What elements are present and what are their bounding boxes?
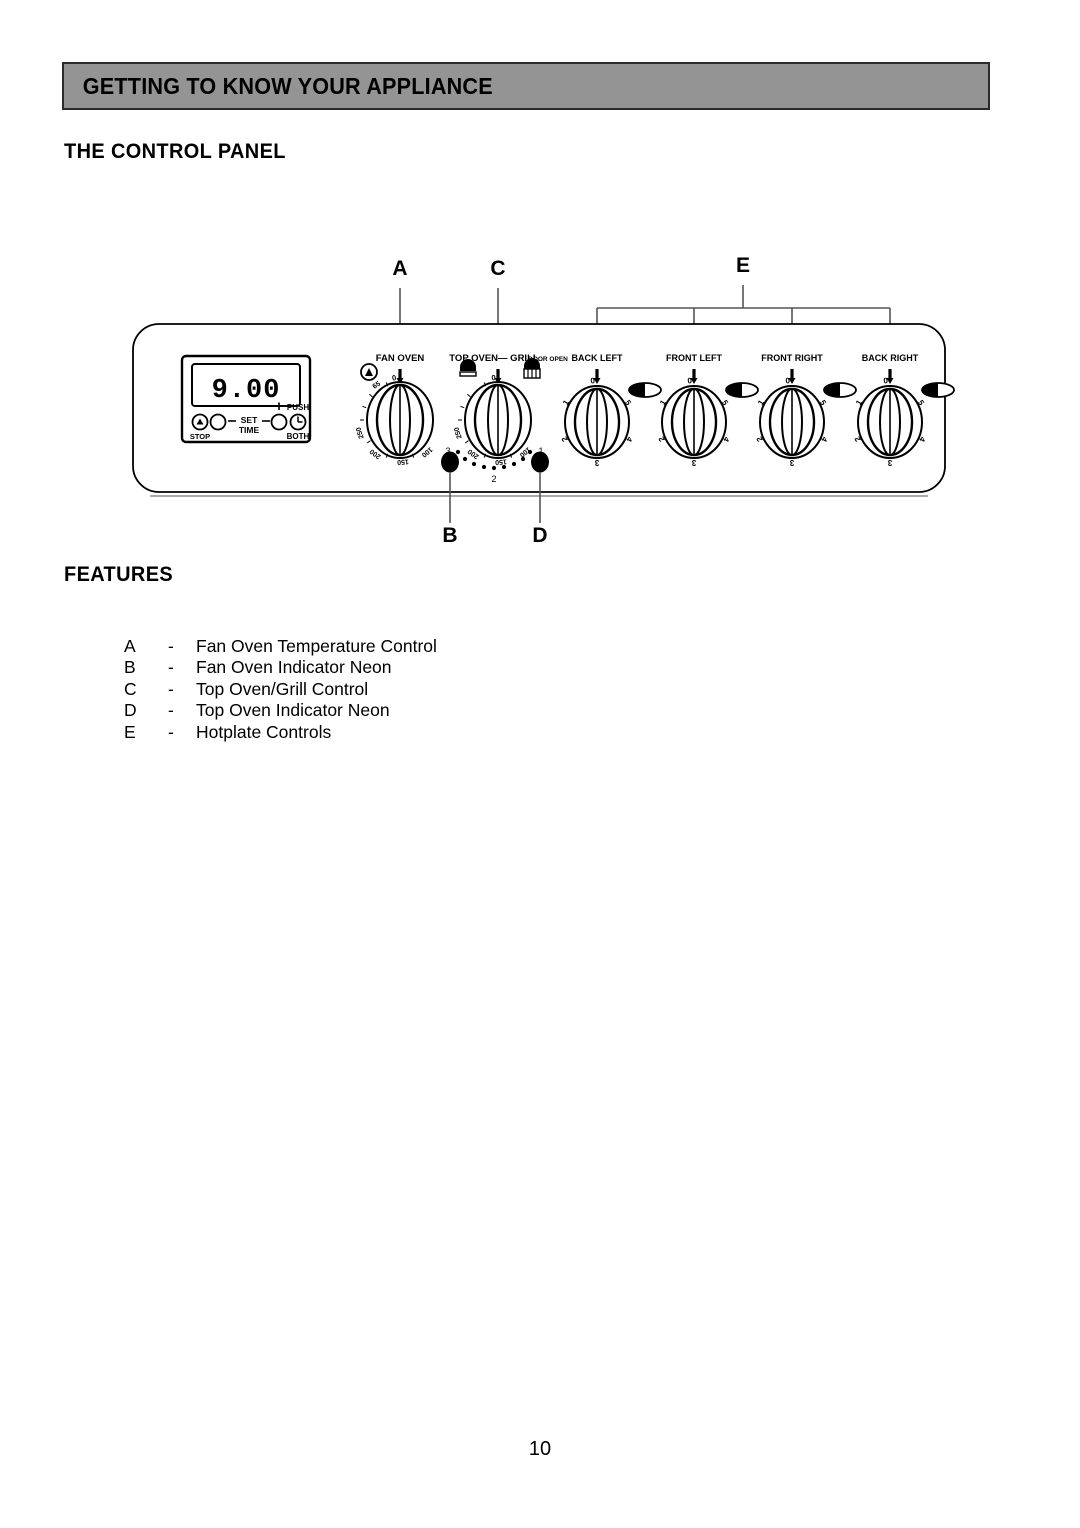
feature-row-d: D - Top Oven Indicator Neon [124, 700, 437, 721]
feature-text: Fan Oven Temperature Control [196, 636, 437, 656]
control-panel-heading: THE CONTROL PANEL [64, 140, 286, 163]
feature-text: Fan Oven Indicator Neon [196, 657, 392, 678]
plus-icon: + [275, 398, 284, 415]
size-indicator-back-left [628, 382, 662, 398]
push-label: PUSH [287, 403, 309, 412]
scale-150: 150 [397, 457, 409, 465]
grill-pos-2: 2 [491, 474, 496, 484]
neon-fan-oven [441, 451, 459, 473]
features-list: A - Fan Oven Temperature Control B - Fan… [124, 636, 437, 743]
callout-letter-b: B [442, 524, 457, 547]
features-heading: FEATURES [64, 563, 174, 586]
feature-dash: - [168, 636, 174, 656]
callout-letter-e: E [736, 254, 750, 277]
size-indicator-front-left [725, 382, 759, 398]
half-grill-icon [459, 359, 477, 377]
scale-3: 3 [691, 458, 696, 467]
feature-text: Top Oven/Grill Control [196, 678, 369, 699]
both-label: BOTH [287, 432, 310, 441]
page-title: GETTING TO KNOW YOUR APPLIANCE [82, 72, 493, 99]
timer-module[interactable]: 9.00 STOP – SET TIME + PUSH BOTH [180, 354, 312, 444]
feature-text: Top Oven Indicator Neon [196, 700, 390, 721]
knob-label-front-left: FRONT LEFT [666, 353, 722, 363]
feature-letter: D [124, 700, 137, 721]
callout-letter-a: A [392, 257, 407, 280]
time-label: TIME [239, 425, 260, 435]
feature-dash: - [168, 721, 174, 742]
callout-letter-c: C [490, 257, 505, 280]
scale-3: 3 [789, 458, 794, 467]
feature-dash: - [168, 678, 174, 699]
fan-symbol-icon [360, 363, 378, 381]
feature-dash: - [168, 657, 174, 678]
feature-text: Hotplate Controls [196, 721, 332, 742]
knob-label-front-right: FRONT RIGHT [761, 353, 823, 363]
feature-row-a: A - Fan Oven Temperature Control [124, 636, 437, 657]
feature-letter: A [124, 636, 136, 656]
feature-letter: B [124, 657, 136, 678]
timer-stop-label: STOP [190, 432, 210, 441]
scale-3: 3 [887, 458, 892, 467]
knob-label-fan-oven: FAN OVEN [376, 353, 425, 364]
feature-letter: C [124, 678, 137, 699]
feature-row-c: C - Top Oven/Grill Control [124, 679, 437, 700]
neon-top-oven [531, 451, 549, 473]
set-label: SET [241, 415, 258, 425]
minus-icon: – [214, 397, 222, 413]
size-indicator-back-right [921, 382, 955, 398]
page-header-banner: GETTING TO KNOW YOUR APPLIANCE [62, 62, 990, 110]
knob-label-back-left: BACK LEFT [572, 353, 623, 363]
control-panel-diagram: A C E 9.00 STOP – SET TIME + PUSH BOTH F… [0, 230, 1080, 550]
feature-dash: - [168, 700, 174, 721]
full-grill-icon [523, 358, 541, 379]
timer-push-both-button[interactable]: PUSH BOTH [287, 403, 310, 441]
feature-letter: E [124, 721, 136, 742]
callout-letter-d: D [532, 524, 547, 547]
knob-label-back-right: BACK RIGHT [862, 353, 919, 363]
scale-3: 3 [594, 458, 599, 467]
feature-row-b: B - Fan Oven Indicator Neon [124, 657, 437, 678]
feature-row-e: E - Hotplate Controls [124, 722, 437, 743]
scale-150: 150 [495, 457, 507, 465]
page-number: 10 [528, 1438, 552, 1460]
size-indicator-front-right [823, 382, 857, 398]
timer-display-value: 9.00 [212, 376, 281, 406]
